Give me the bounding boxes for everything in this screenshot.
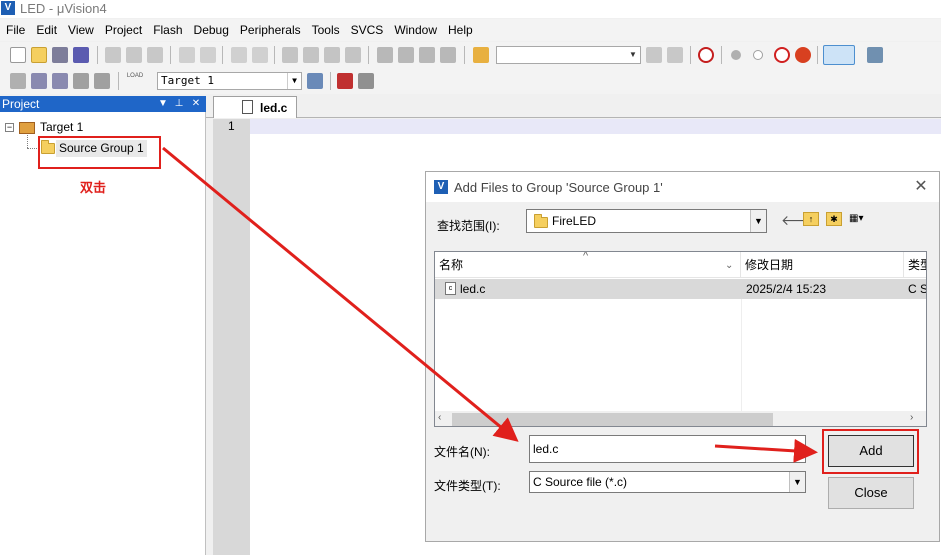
annotation-arrows <box>162 146 818 463</box>
arrow-to-add-button <box>714 438 818 463</box>
arrow-to-filename <box>162 146 519 442</box>
